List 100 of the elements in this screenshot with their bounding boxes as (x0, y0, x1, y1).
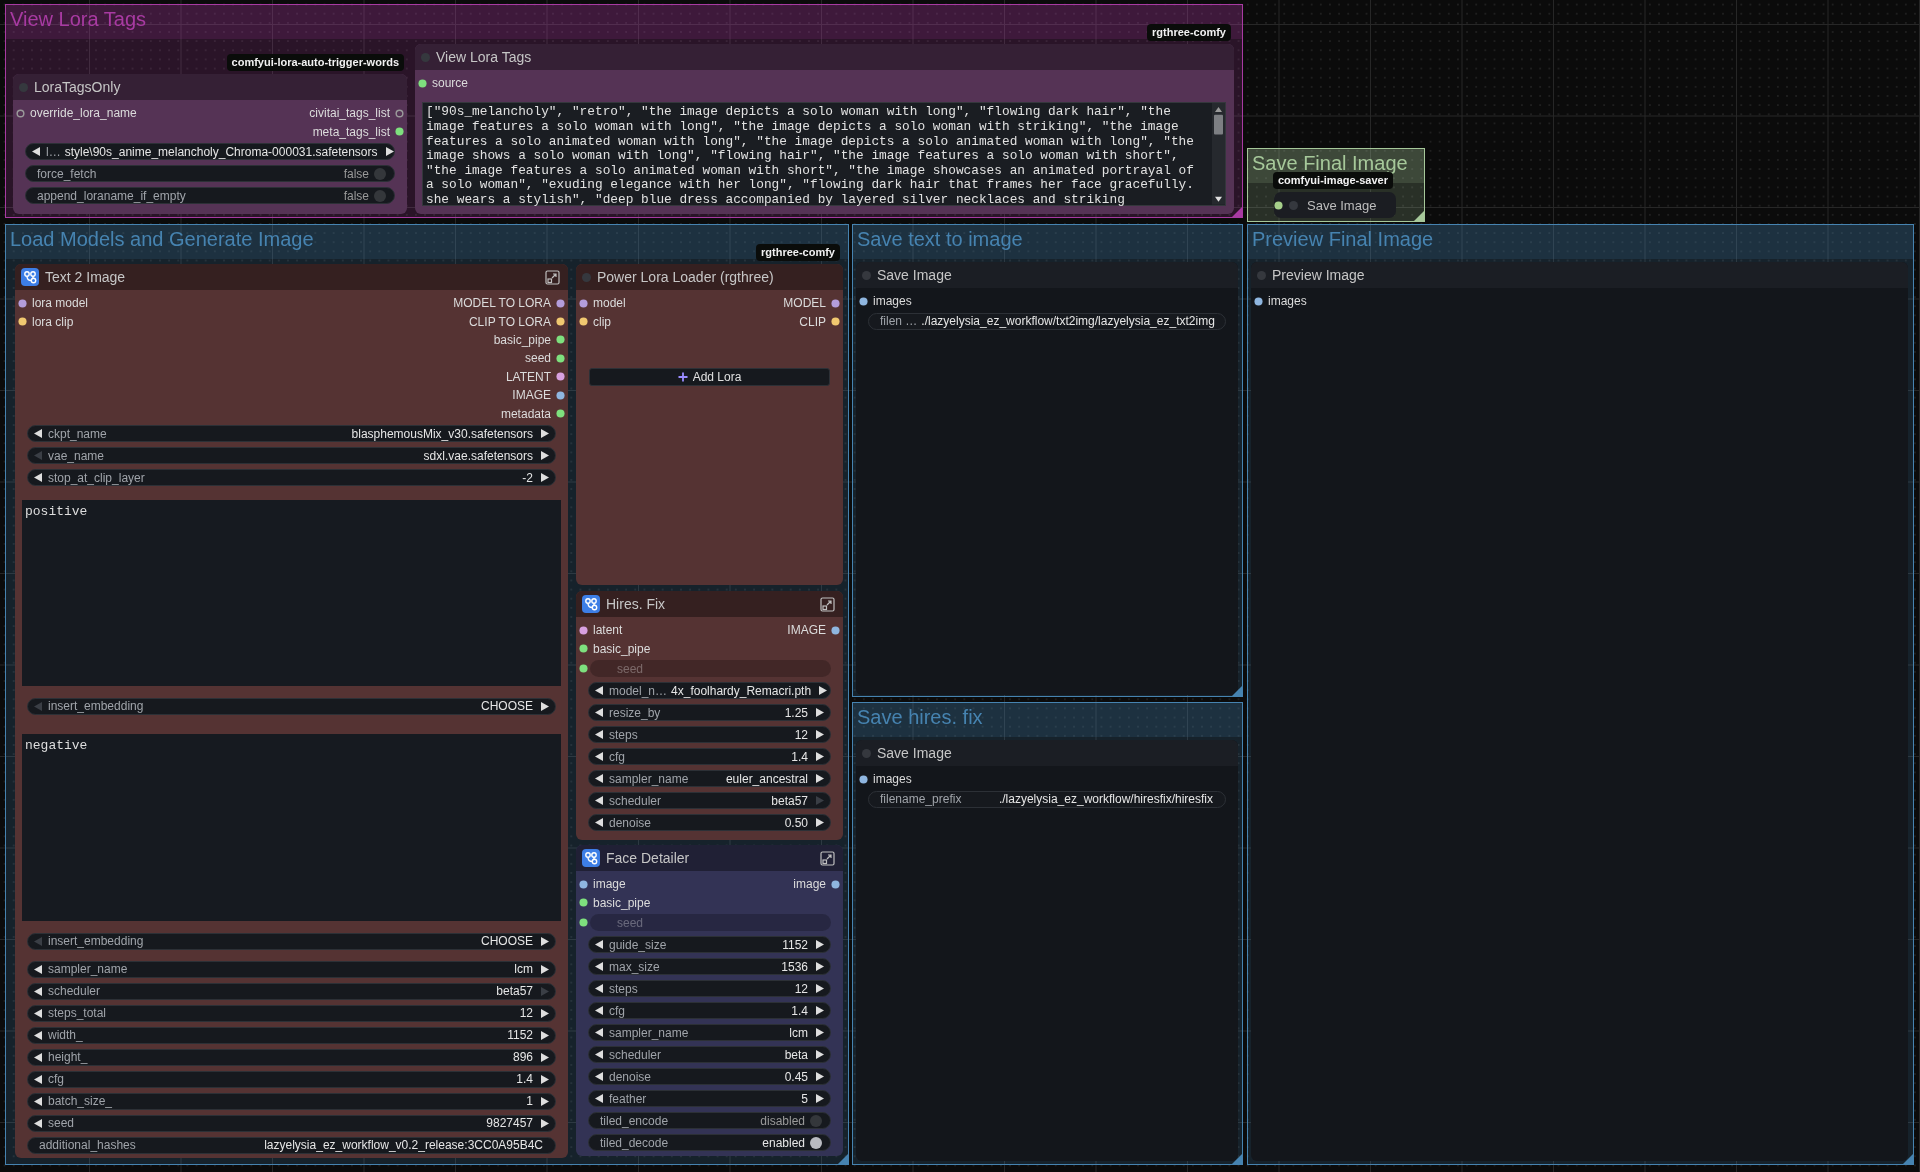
combo-widget[interactable]: steps_total 12 (27, 1004, 556, 1022)
right-arrow-icon[interactable] (541, 451, 549, 461)
right-arrow-icon[interactable] (816, 730, 824, 740)
right-arrow-icon[interactable] (819, 686, 828, 696)
right-arrow-icon[interactable] (541, 1096, 549, 1106)
right-arrow-icon[interactable] (816, 1006, 824, 1016)
left-arrow-icon[interactable] (595, 774, 603, 784)
slot-dot-icon[interactable] (831, 298, 840, 308)
toggle-widget[interactable]: force_fetch false (25, 165, 395, 183)
slot-dot-icon[interactable] (579, 879, 588, 889)
right-arrow-icon[interactable] (816, 708, 824, 718)
node-dot-icon[interactable] (421, 52, 430, 62)
slot-dot-icon[interactable] (579, 898, 588, 908)
slot-dot-icon[interactable] (556, 409, 565, 419)
slot-dot-icon[interactable] (395, 127, 404, 137)
node-dot-icon[interactable] (582, 272, 591, 282)
node-dot-icon[interactable] (19, 82, 28, 92)
slot-dot-icon[interactable] (579, 918, 588, 928)
slot-dot-icon[interactable] (1274, 200, 1283, 210)
text-widget[interactable]: filen … ./lazyelysia_ez_workflow/txt2img/lazyelysia_ez_txt2img (868, 312, 1226, 330)
right-arrow-icon[interactable] (385, 147, 394, 157)
combo-widget[interactable]: ckpt_name blasphemousMix_v30.safetensors (27, 425, 556, 443)
combo-widget[interactable]: denoise 0.45 (588, 1068, 831, 1086)
slot-dot-icon[interactable] (556, 372, 565, 382)
left-arrow-icon[interactable] (595, 796, 603, 806)
left-arrow-icon[interactable] (595, 940, 603, 950)
slot-dot-icon[interactable] (18, 298, 27, 308)
slot-dot-icon[interactable] (556, 335, 565, 345)
slot-dot-icon[interactable] (831, 879, 840, 889)
left-arrow-icon[interactable] (595, 1050, 603, 1060)
add-lora-button[interactable]: Add Lora (589, 367, 830, 386)
node-dot-icon[interactable] (862, 270, 871, 280)
left-arrow-icon[interactable] (34, 986, 42, 996)
prompt-field[interactable]: negative (22, 734, 561, 921)
slot-dot-icon[interactable] (418, 78, 427, 88)
combo-widget[interactable]: seed 9827457 (27, 1114, 556, 1132)
left-arrow-icon[interactable] (34, 473, 42, 483)
slot-dot-icon[interactable] (579, 317, 588, 327)
toggle-knob-icon[interactable] (374, 167, 386, 180)
combo-widget[interactable]: scheduler beta57 (588, 792, 831, 810)
left-arrow-icon[interactable] (595, 1028, 603, 1038)
right-arrow-icon[interactable] (816, 1050, 824, 1060)
toggle-knob-icon[interactable] (374, 189, 386, 202)
right-arrow-icon[interactable] (541, 964, 549, 974)
combo-widget[interactable]: scheduler beta (588, 1046, 831, 1064)
combo-widget[interactable]: model_n… 4x_foolhardy_Remacri.pth (588, 682, 831, 700)
node-dot-icon[interactable] (1257, 270, 1266, 280)
right-arrow-icon[interactable] (816, 752, 824, 762)
combo-widget[interactable]: l… style\90s_anime_melancholy_Chroma-000031.safetensors (25, 143, 395, 161)
slot-dot-icon[interactable] (16, 108, 25, 118)
combo-widget[interactable]: denoise 0.50 (588, 814, 831, 832)
combo-widget[interactable]: guide_size 1152 (588, 936, 831, 954)
slot-dot-icon[interactable] (1254, 296, 1263, 306)
combo-widget[interactable]: scheduler beta57 (27, 982, 556, 1000)
slot-dot-icon[interactable] (579, 644, 588, 654)
expand-icon[interactable] (545, 269, 560, 285)
combo-widget[interactable]: sampler_name lcm (588, 1024, 831, 1042)
toggle-widget[interactable]: append_loraname_if_empty false (25, 187, 395, 205)
left-arrow-icon[interactable] (595, 984, 603, 994)
combo-widget[interactable]: width_ 1152 (27, 1026, 556, 1044)
left-arrow-icon[interactable] (32, 147, 40, 157)
slot-dot-icon[interactable] (556, 317, 565, 327)
combo-widget[interactable]: insert_embedding CHOOSE (27, 932, 556, 950)
slot-dot-icon[interactable] (18, 317, 27, 327)
right-arrow-icon[interactable] (541, 429, 549, 439)
slot-dot-icon[interactable] (859, 296, 868, 306)
left-arrow-icon[interactable] (34, 1096, 42, 1106)
left-arrow-icon[interactable] (34, 1118, 42, 1128)
expand-icon[interactable] (820, 850, 835, 866)
combo-widget[interactable]: sampler_name lcm (27, 960, 556, 978)
right-arrow-icon[interactable] (816, 962, 824, 972)
slot-dot-icon[interactable] (831, 317, 840, 327)
right-arrow-icon[interactable] (816, 1094, 824, 1104)
node-dot-icon[interactable] (1289, 200, 1298, 210)
combo-widget[interactable]: steps 12 (588, 980, 831, 998)
slot-dot-icon[interactable] (859, 774, 868, 784)
left-arrow-icon[interactable] (595, 818, 603, 828)
combo-widget[interactable]: stop_at_clip_layer -2 (27, 469, 556, 487)
toggle-knob-icon[interactable] (810, 1114, 822, 1127)
resize-handle-icon[interactable] (1232, 686, 1242, 696)
combo-widget[interactable]: steps 12 (588, 726, 831, 744)
tags-text-field[interactable]: ["90s_melancholy", "retro", "the image depicts a solo woman with long", "flowing dark hair", "the image features a solo woman with long", "the image depicts a solo woman with striking", "the image features a solo animated woman with long", "the image depicts a solo animated woman with long", "the image shows a solo woman with long", "flowing hair", "the image features a solo woman with short", "the image features a solo animated woman with short", "the image showcases an animated portrayal of a solo woman", "exuding elegance with her long", "flowing dark hair that frames her face gracefully. she wears a stylish", "deep blue dress accompanied by layered silver necklaces and striking (422, 102, 1226, 206)
toggle-widget[interactable]: tiled_encode disabled (588, 1112, 831, 1130)
combo-widget[interactable]: cfg 1.4 (588, 748, 831, 766)
slot-dot-icon[interactable] (579, 625, 588, 635)
right-arrow-icon[interactable] (541, 1008, 549, 1018)
right-arrow-icon[interactable] (816, 818, 824, 828)
resize-handle-icon[interactable] (1903, 1154, 1913, 1164)
slot-dot-icon[interactable] (556, 353, 565, 363)
slot-dot-icon[interactable] (395, 108, 404, 118)
right-arrow-icon[interactable] (541, 1030, 549, 1040)
combo-widget[interactable]: vae_name sdxl.vae.safetensors (27, 447, 556, 465)
right-arrow-icon[interactable] (816, 940, 824, 950)
resize-handle-icon[interactable] (1232, 207, 1242, 217)
toggle-knob-icon[interactable] (810, 1136, 822, 1149)
slot-dot-icon[interactable] (831, 625, 840, 635)
slot-dot-icon[interactable] (579, 664, 588, 674)
combo-widget[interactable]: max_size 1536 (588, 958, 831, 976)
right-arrow-icon[interactable] (541, 936, 549, 946)
scrollbar[interactable] (1212, 103, 1225, 205)
